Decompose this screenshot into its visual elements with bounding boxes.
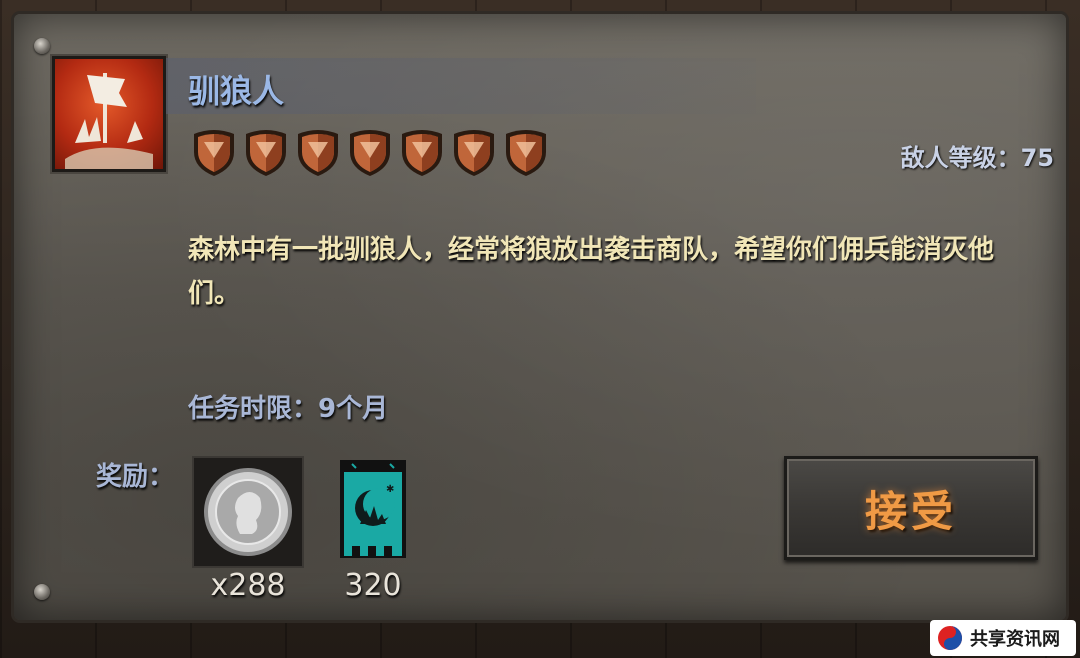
banner-count: 320 (344, 568, 402, 603)
watermark-text: 共享资讯网 (970, 629, 1060, 650)
shield-icon (194, 130, 234, 176)
rivet-icon (34, 38, 50, 54)
silver-coin-icon (204, 468, 292, 556)
reward-label: 奖励： (96, 462, 175, 492)
crescent-banner-icon: ✱ (340, 460, 406, 558)
shield-icon (246, 130, 286, 176)
svg-text:✱: ✱ (386, 484, 394, 495)
watermark-logo-icon (938, 626, 962, 650)
quest-title: 驯狼人 (188, 72, 285, 110)
quest-deadline: 任务时限：9个月 (188, 394, 389, 424)
shield-icon (402, 130, 442, 176)
coin-count: x288 (210, 568, 286, 603)
reward-coin (192, 456, 304, 568)
difficulty-shields (190, 128, 550, 178)
accept-button[interactable]: 接受 (784, 456, 1038, 560)
enemy-level: 敌人等级：75 (900, 144, 1054, 172)
shield-icon (454, 130, 494, 176)
shield-icon (506, 130, 546, 176)
watermark: 共享资讯网 (930, 620, 1076, 656)
wolf-tamer-banner-icon (65, 73, 153, 169)
rivet-icon (34, 584, 50, 600)
accept-label: 接受 (864, 486, 957, 536)
quest-portrait (52, 56, 166, 172)
shield-icon (298, 130, 338, 176)
shield-icon (350, 130, 390, 176)
reward-banner: ✱ (338, 458, 408, 560)
quest-description: 森林中有一批驯狼人，经常将狼放出袭击商队，希望你们佣兵能消灭他们。 (188, 235, 995, 309)
